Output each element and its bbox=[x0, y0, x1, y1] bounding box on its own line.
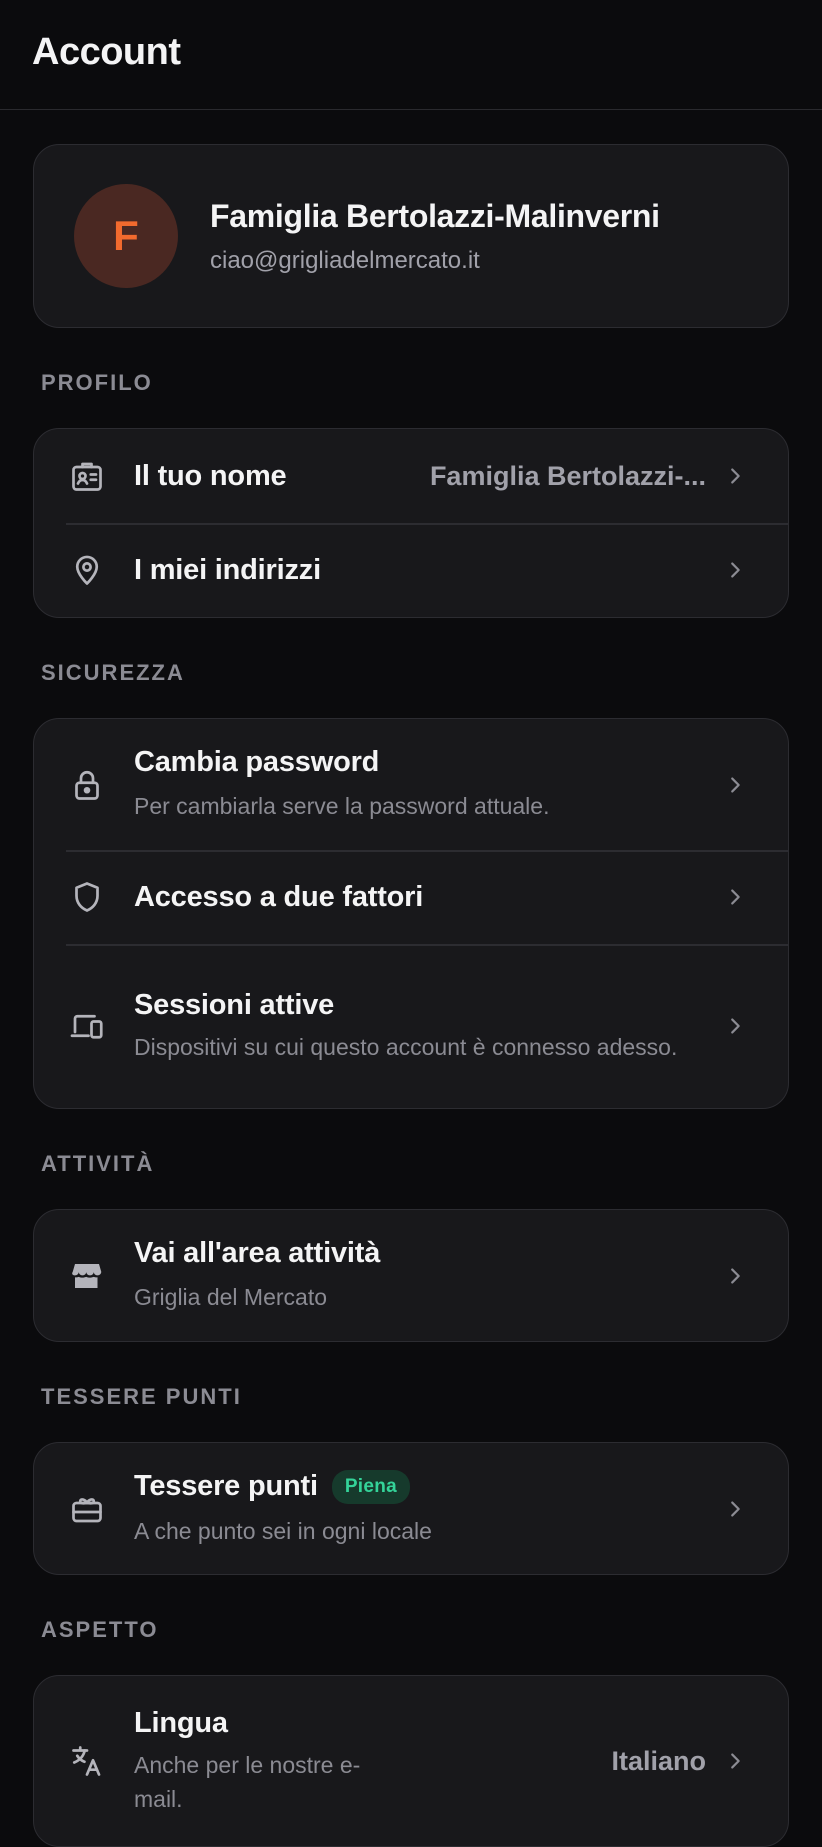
password-row[interactable]: Cambia password Per cambiarla serve la p… bbox=[34, 719, 788, 850]
profile-email: ciao@grigliadelmercato.it bbox=[210, 246, 480, 274]
gift-card-icon bbox=[68, 1490, 106, 1528]
business-row-title: Vai all'area attività bbox=[134, 1237, 381, 1269]
app-header: Account bbox=[0, 0, 822, 110]
chevron-right-icon bbox=[724, 774, 746, 796]
lock-icon bbox=[68, 766, 106, 804]
address-row-main: I miei indirizzi bbox=[134, 554, 706, 587]
chevron-right-icon bbox=[724, 1015, 746, 1037]
aspetto-card: Lingua Anche per le nostre e-mail. Itali… bbox=[33, 1675, 789, 1847]
address-row-title: I miei indirizzi bbox=[134, 553, 321, 586]
business-row[interactable]: Vai all'area attività Griglia del Mercat… bbox=[34, 1210, 788, 1341]
name-row-main: Il tuo nome bbox=[134, 460, 414, 493]
language-row-subtitle: Anche per le nostre e-mail. bbox=[134, 1751, 361, 1812]
page-title: Account bbox=[32, 31, 181, 73]
chevron-right-icon bbox=[724, 465, 746, 487]
name-row-value: Famiglia Bertolazzi-... bbox=[429, 460, 706, 491]
business-row-main: Vai all'area attività Griglia del Mercat… bbox=[134, 1237, 706, 1314]
profile-info: Famiglia Bertolazzi-Malinverni ciao@grig… bbox=[210, 198, 660, 275]
store-icon bbox=[68, 1257, 106, 1295]
language-row-title: Lingua bbox=[134, 1706, 228, 1739]
sessions-row[interactable]: Sessioni attive Dispositivi su cui quest… bbox=[34, 944, 788, 1108]
id-badge-icon bbox=[68, 457, 106, 495]
twofa-row-main: Accesso a due fattori bbox=[134, 881, 706, 914]
section-label-attivita: ATTIVITÀ bbox=[41, 1151, 155, 1176]
translate-icon bbox=[68, 1742, 106, 1780]
section-label-tessere: TESSERE PUNTI bbox=[41, 1384, 242, 1409]
avatar: F bbox=[74, 184, 178, 288]
password-row-main: Cambia password Per cambiarla serve la p… bbox=[134, 746, 706, 823]
loyalty-cards-row-title: Tessere punti bbox=[134, 1470, 318, 1502]
chevron-right-icon bbox=[724, 559, 746, 581]
attivita-card: Vai all'area attività Griglia del Mercat… bbox=[33, 1209, 789, 1342]
sessions-row-title: Sessioni attive bbox=[134, 988, 335, 1021]
language-row-value: Italiano bbox=[611, 1745, 707, 1776]
language-row[interactable]: Lingua Anche per le nostre e-mail. Itali… bbox=[34, 1676, 788, 1846]
profilo-card: Il tuo nome Famiglia Bertolazzi-... I mi… bbox=[33, 428, 789, 618]
password-row-subtitle: Per cambiarla serve la password attuale. bbox=[134, 793, 550, 819]
twofa-row[interactable]: Accesso a due fattori bbox=[34, 850, 788, 944]
tessere-card: Tessere punti Piena A che punto sei in o… bbox=[33, 1442, 789, 1575]
chevron-right-icon bbox=[724, 1750, 746, 1772]
loyalty-cards-row-subtitle: A che punto sei in ogni locale bbox=[134, 1517, 432, 1544]
twofa-row-title: Accesso a due fattori bbox=[134, 880, 424, 913]
chevron-right-icon bbox=[724, 1265, 746, 1287]
account-content: F Famiglia Bertolazzi-Malinverni ciao@gr… bbox=[0, 110, 822, 1847]
section-label-profilo: PROFILO bbox=[41, 370, 153, 395]
password-row-title: Cambia password bbox=[134, 746, 380, 778]
profile-name: Famiglia Bertolazzi-Malinverni bbox=[210, 197, 660, 234]
chevron-right-icon bbox=[724, 886, 746, 908]
loyalty-cards-row-title-wrap: Tessere punti Piena bbox=[134, 1469, 706, 1504]
name-row-title: Il tuo nome bbox=[134, 459, 287, 492]
loyalty-cards-row-main: Tessere punti Piena A che punto sei in o… bbox=[134, 1469, 706, 1548]
profile-card: F Famiglia Bertolazzi-Malinverni ciao@gr… bbox=[33, 144, 789, 328]
sessions-row-subtitle: Dispositivi su cui questo account è conn… bbox=[134, 1033, 678, 1060]
shield-icon bbox=[68, 878, 106, 916]
sicurezza-card: Cambia password Per cambiarla serve la p… bbox=[33, 718, 789, 1109]
map-pin-icon bbox=[68, 551, 106, 589]
name-row[interactable]: Il tuo nome Famiglia Bertolazzi-... bbox=[34, 429, 788, 523]
address-row[interactable]: I miei indirizzi bbox=[34, 523, 788, 617]
loyalty-cards-row[interactable]: Tessere punti Piena A che punto sei in o… bbox=[34, 1443, 788, 1574]
language-row-main: Lingua Anche per le nostre e-mail. bbox=[134, 1707, 365, 1816]
section-label-sicurezza: SICUREZZA bbox=[41, 660, 185, 685]
section-label-aspetto: ASPETTO bbox=[41, 1617, 159, 1642]
status-badge: Piena bbox=[331, 1469, 411, 1504]
devices-icon bbox=[68, 1007, 106, 1045]
chevron-right-icon bbox=[724, 1498, 746, 1520]
sessions-row-main: Sessioni attive Dispositivi su cui quest… bbox=[134, 989, 706, 1064]
business-row-subtitle: Griglia del Mercato bbox=[134, 1284, 328, 1310]
